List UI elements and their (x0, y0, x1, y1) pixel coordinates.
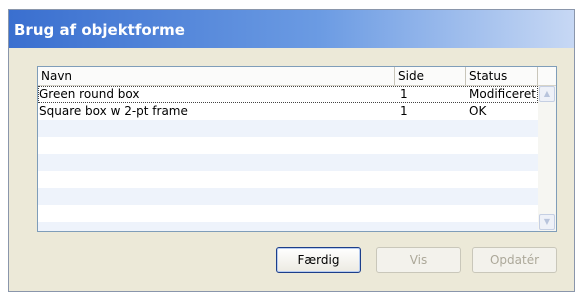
column-header-filler (538, 67, 556, 85)
scroll-up-icon[interactable]: ▲ (539, 86, 555, 102)
title-bar[interactable]: Brug af objektforme (9, 10, 574, 48)
row-status: OK (469, 104, 487, 118)
show-button[interactable]: Vis (376, 247, 461, 273)
column-header-name[interactable]: Navn (38, 67, 395, 85)
table-row[interactable]: Square box w 2-pt frame 1 OK (38, 103, 538, 120)
scroll-down-icon[interactable]: ▼ (539, 214, 555, 230)
row-name: Square box w 2-pt frame (39, 104, 188, 118)
column-header-side[interactable]: Side (395, 67, 466, 85)
done-button[interactable]: Færdig (276, 247, 361, 273)
empty-row (38, 205, 538, 222)
empty-row (38, 171, 538, 188)
row-status: Modificeret (469, 87, 536, 101)
list-header: Navn Side Status (38, 67, 556, 86)
empty-row (38, 120, 538, 137)
empty-row (38, 154, 538, 171)
row-side: 1 (400, 87, 408, 101)
window-title: Brug af objektforme (14, 21, 185, 39)
empty-row (38, 188, 538, 205)
update-button[interactable]: Opdatér (472, 247, 557, 273)
empty-row (38, 222, 538, 231)
object-list: Navn Side Status Green round box 1 Modif… (37, 66, 557, 232)
empty-row (38, 137, 538, 154)
dialog-window: Brug af objektforme Navn Side Status Gre… (8, 9, 575, 292)
list-rows: Green round box 1 Modificeret Square box… (38, 86, 538, 231)
column-header-status[interactable]: Status (466, 67, 538, 85)
vertical-scrollbar[interactable]: ▲ ▼ (538, 86, 556, 231)
row-name: Green round box (39, 87, 140, 101)
table-row[interactable]: Green round box 1 Modificeret (38, 86, 538, 103)
row-side: 1 (400, 104, 408, 118)
